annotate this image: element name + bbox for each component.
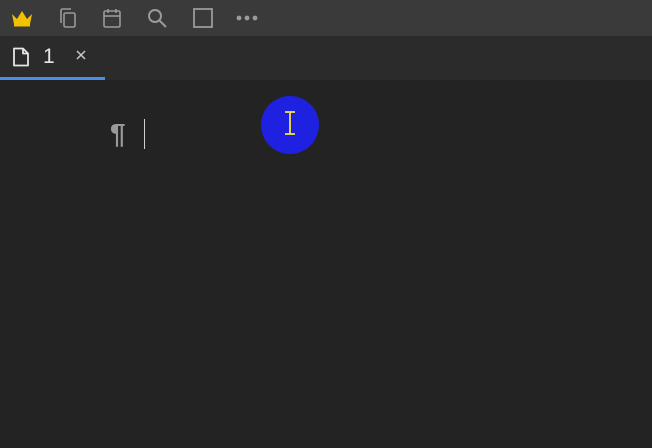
crown-icon <box>10 8 34 28</box>
tab-bar: 1 <box>0 36 652 80</box>
calendar-button[interactable] <box>98 4 126 32</box>
copy-button[interactable] <box>54 4 82 32</box>
tab-document-1[interactable]: 1 <box>0 36 105 80</box>
mouse-cursor-highlight <box>261 96 319 154</box>
document-editor[interactable]: ¶ <box>0 80 652 448</box>
search-button[interactable] <box>143 4 171 32</box>
app-window: 1 ¶ <box>0 0 652 448</box>
top-toolbar <box>0 0 652 36</box>
paragraph-mark: ¶ <box>110 118 126 149</box>
tab-label: 1 <box>43 45 55 68</box>
crown-button[interactable] <box>8 4 36 32</box>
close-icon <box>76 47 86 65</box>
more-icon <box>235 14 259 22</box>
tab-close-button[interactable] <box>72 47 90 65</box>
search-icon <box>146 7 168 29</box>
more-button[interactable] <box>233 4 261 32</box>
document-icon <box>12 47 30 67</box>
square-icon <box>192 7 214 29</box>
calendar-icon <box>101 7 123 29</box>
copy-icon <box>57 7 79 29</box>
text-cursor-icon <box>283 110 297 141</box>
square-button[interactable] <box>189 4 217 32</box>
text-caret <box>144 119 145 149</box>
